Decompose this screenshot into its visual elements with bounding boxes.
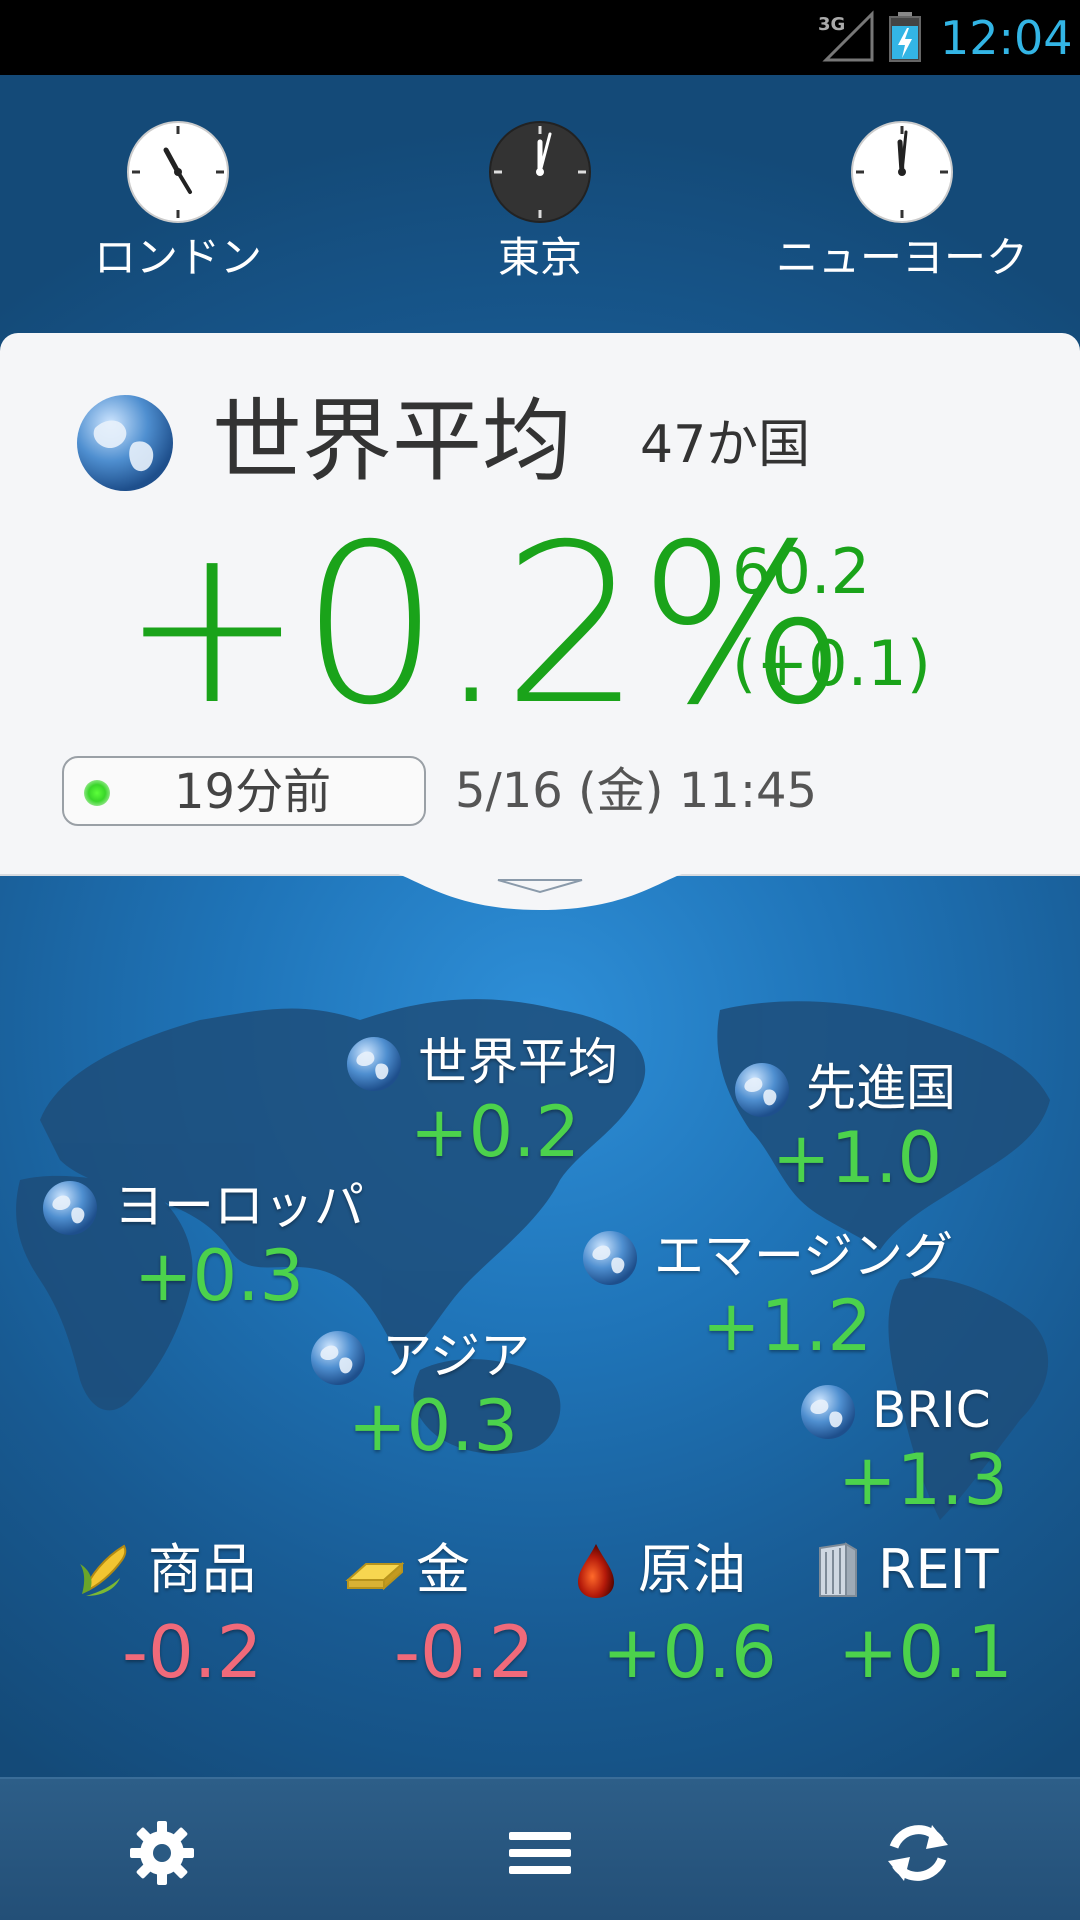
clock-tokyo-label: 東京 — [497, 233, 582, 282]
globe-icon — [735, 1063, 789, 1117]
globe-icon — [77, 395, 173, 491]
country-count: 47か国 — [640, 415, 811, 475]
signal-3g-icon: 3G — [818, 10, 874, 62]
bottom-toolbar — [0, 1777, 1080, 1920]
menu-button[interactable] — [490, 1803, 590, 1903]
region-value: +0.2 — [410, 1091, 580, 1173]
commodity-name: REIT — [878, 1538, 999, 1601]
index-value: 60.2 — [732, 535, 871, 608]
refresh-icon — [888, 1825, 948, 1881]
region-name: 先進国 — [806, 1059, 956, 1117]
region-value: +1.3 — [838, 1439, 1008, 1521]
card-notch — [380, 870, 700, 910]
gear-icon — [130, 1821, 194, 1885]
commodity-value: +0.1 — [838, 1610, 1013, 1694]
card-title: 世界平均 — [212, 389, 572, 494]
globe-icon — [347, 1037, 401, 1091]
commodity-name: 金 — [416, 1538, 470, 1601]
clock-newyork-label: ニューヨーク — [775, 233, 1028, 282]
commodity-value: +0.6 — [602, 1610, 777, 1694]
updated-ago-badge: 19分前 — [62, 756, 426, 826]
region-value: +1.2 — [702, 1285, 872, 1367]
clock-newyork[interactable]: ニューヨーク — [752, 120, 1052, 286]
region-name: アジア — [382, 1327, 530, 1385]
settings-button[interactable] — [112, 1803, 212, 1903]
refresh-button[interactable] — [868, 1803, 968, 1903]
commodity-name: 商品 — [148, 1538, 256, 1601]
commodity-name: 原油 — [638, 1538, 746, 1601]
svg-text:3G: 3G — [818, 14, 845, 35]
updated-ago-text: 19分前 — [174, 764, 332, 820]
region-name: ヨーロッパ — [114, 1177, 364, 1235]
region-name: エマージング — [654, 1227, 953, 1285]
globe-icon — [583, 1231, 637, 1285]
clock-london[interactable]: ロンドン — [28, 120, 328, 286]
clock-newyork-icon — [851, 121, 953, 223]
region-value: +0.3 — [134, 1235, 304, 1317]
region-name: BRIC — [872, 1381, 991, 1439]
commodity-value: -0.2 — [394, 1610, 535, 1694]
globe-icon — [43, 1181, 97, 1235]
clock-london-label: ロンドン — [93, 233, 262, 282]
commodity-value: -0.2 — [122, 1610, 263, 1694]
battery-icon — [889, 12, 921, 62]
menu-icon — [509, 1832, 571, 1874]
region-name: 世界平均 — [418, 1033, 618, 1091]
clock-tokyo[interactable]: 東京 — [390, 120, 690, 286]
index-change: (+0.1) — [732, 627, 931, 700]
clock-tokyo-icon — [489, 121, 591, 223]
region-value: +0.3 — [348, 1385, 518, 1467]
corn-icon — [80, 1544, 127, 1596]
region-value: +1.0 — [772, 1117, 942, 1199]
update-timestamp: 5/16 (金) 11:45 — [455, 763, 818, 819]
status-bar: 3G 12:04 — [0, 0, 1080, 75]
clock-london-icon — [127, 121, 229, 223]
globe-icon — [311, 1331, 365, 1385]
globe-icon — [801, 1385, 855, 1439]
building-icon — [819, 1542, 857, 1597]
gold-bar-icon — [345, 1561, 404, 1591]
status-time: 12:04 — [940, 11, 1073, 65]
status-dot-icon — [84, 780, 110, 806]
oil-drop-icon — [578, 1544, 614, 1598]
